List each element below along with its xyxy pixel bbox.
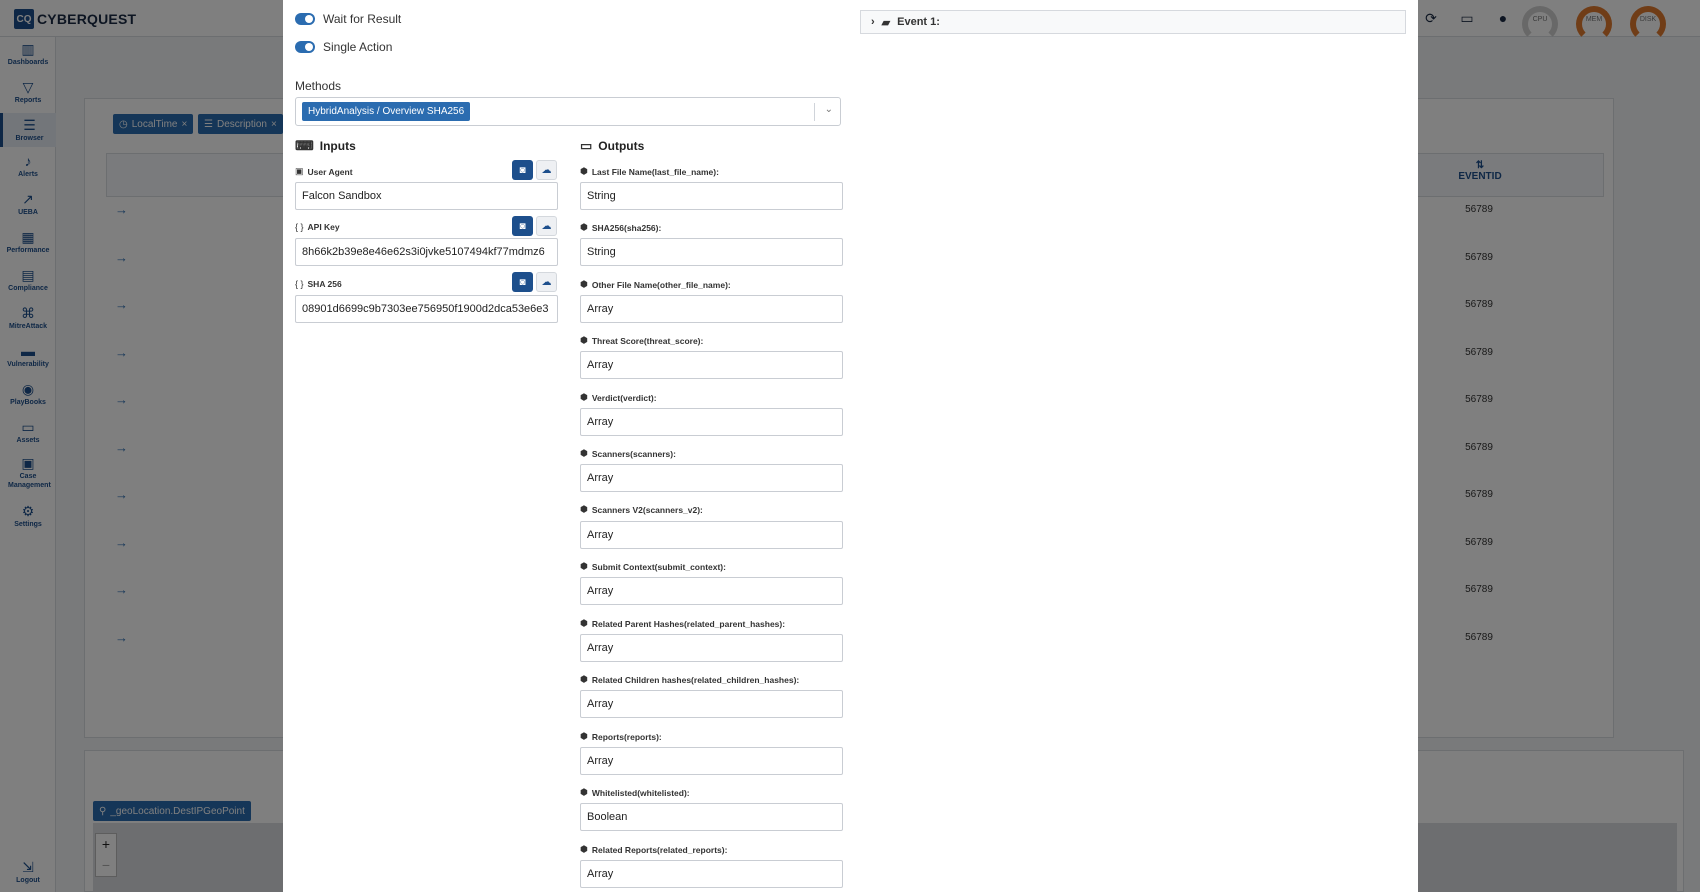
output-type-field[interactable]: Array [580, 747, 843, 775]
variables-icon: ☁ [541, 220, 552, 232]
output-type-field[interactable]: String [580, 238, 843, 266]
output-type-field[interactable]: Array [580, 577, 843, 605]
api-key-input[interactable]: 8h66k2b39e8e46e62s3i0jvke5107494kf77mdmz… [295, 238, 558, 266]
cube-icon: ⬢ [580, 844, 588, 854]
cube-icon: ⬢ [580, 618, 588, 628]
keyboard-icon: ⌨ [295, 138, 314, 153]
output-label: ⬢ SHA256(sha256): [580, 222, 662, 233]
input-label-sha256: { } SHA 256 [295, 279, 342, 289]
cube-icon: ⬢ [580, 222, 588, 232]
output-label: ⬢ Verdict(verdict): [580, 392, 657, 403]
sha256-input[interactable]: 08901d6699c9b7303ee756950f1900d2dca53e6e… [295, 295, 558, 323]
cube-icon: ⬢ [580, 787, 588, 797]
methods-label: Methods [295, 79, 342, 93]
camera-icon: ◙ [519, 276, 526, 288]
output-type-field[interactable]: Array [580, 634, 843, 662]
method-tag[interactable]: HybridAnalysis / Overview SHA256 [302, 102, 471, 121]
cube-icon: ⬢ [580, 731, 588, 741]
user-agent-icon: ▣ [295, 166, 304, 176]
folder-icon: ▰ [881, 16, 891, 29]
output-type-field[interactable]: Boolean [580, 803, 843, 831]
cube-icon: ⬢ [580, 392, 588, 402]
input-capture-button[interactable]: ◙ [512, 272, 533, 292]
input-capture-button[interactable]: ◙ [512, 216, 533, 236]
output-type-field[interactable]: Array [580, 860, 843, 888]
variables-icon: ☁ [541, 164, 552, 176]
single-action-toggle[interactable] [295, 41, 315, 53]
input-label-user-agent: ▣ User Agent [295, 166, 353, 177]
output-label: ⬢ Whitelisted(whitelisted): [580, 787, 690, 798]
input-label-api-key: { } API Key [295, 222, 340, 232]
output-type-field[interactable]: Array [580, 690, 843, 718]
cube-icon: ⬢ [580, 448, 588, 458]
output-label: ⬢ Reports(reports): [580, 731, 662, 742]
input-variables-button[interactable]: ☁ [536, 160, 557, 180]
event-1-collapsible[interactable]: › ▰ Event 1: [860, 10, 1406, 34]
chevron-down-icon[interactable]: ⌄ [825, 104, 833, 115]
output-label: ⬢ Submit Context(submit_context): [580, 561, 726, 572]
cube-icon: ⬢ [580, 561, 588, 571]
monitor-icon: ▭ [580, 138, 593, 153]
output-label: ⬢ Related Reports(related_reports): [580, 844, 728, 855]
output-type-field[interactable]: String [580, 182, 843, 210]
cube-icon: ⬢ [580, 335, 588, 345]
single-action-toggle-row[interactable]: Single Action [295, 40, 392, 54]
inputs-section-title: ⌨ Inputs [295, 138, 356, 153]
output-label: ⬢ Scanners V2(scanners_v2): [580, 504, 703, 515]
variables-icon: ☁ [541, 276, 552, 288]
output-type-field[interactable]: Array [580, 295, 843, 323]
cube-icon: ⬢ [580, 279, 588, 289]
single-action-label: Single Action [323, 40, 393, 54]
output-label: ⬢ Related Children hashes(related_childre… [580, 674, 800, 685]
camera-icon: ◙ [519, 164, 526, 176]
wait-for-result-toggle[interactable] [295, 13, 315, 25]
select-separator [814, 103, 815, 121]
cube-icon: ⬢ [580, 674, 588, 684]
output-label: ⬢ Threat Score(threat_score): [580, 335, 704, 346]
camera-icon: ◙ [519, 220, 526, 232]
output-label: ⬢ Related Parent Hashes(related_parent_ha… [580, 618, 786, 629]
outputs-section-title: ▭ Outputs [580, 138, 645, 153]
cube-icon: ⬢ [580, 166, 588, 176]
methods-select[interactable]: HybridAnalysis / Overview SHA256 ⌄ [295, 97, 841, 126]
braces-icon: { } [295, 222, 304, 232]
input-capture-button[interactable]: ◙ [512, 160, 533, 180]
chevron-right-icon[interactable]: › [871, 16, 875, 28]
output-label: ⬢ Last File Name(last_file_name): [580, 166, 719, 177]
input-variables-button[interactable]: ☁ [536, 272, 557, 292]
user-agent-input[interactable]: Falcon Sandbox [295, 182, 558, 210]
output-type-field[interactable]: Array [580, 521, 843, 549]
output-type-field[interactable]: Array [580, 464, 843, 492]
output-type-field[interactable]: Array [580, 351, 843, 379]
input-variables-button[interactable]: ☁ [536, 216, 557, 236]
event-title: Event 1: [897, 16, 940, 28]
braces-icon: { } [295, 279, 304, 289]
wait-for-result-toggle-row[interactable]: Wait for Result [295, 12, 401, 26]
wait-for-result-label: Wait for Result [323, 12, 402, 26]
cube-icon: ⬢ [580, 504, 588, 514]
output-label: ⬢ Other File Name(other_file_name): [580, 279, 731, 290]
output-type-field[interactable]: Array [580, 408, 843, 436]
output-label: ⬢ Scanners(scanners): [580, 448, 676, 459]
action-modal: Wait for Result Single Action Methods Hy… [283, 0, 1418, 892]
